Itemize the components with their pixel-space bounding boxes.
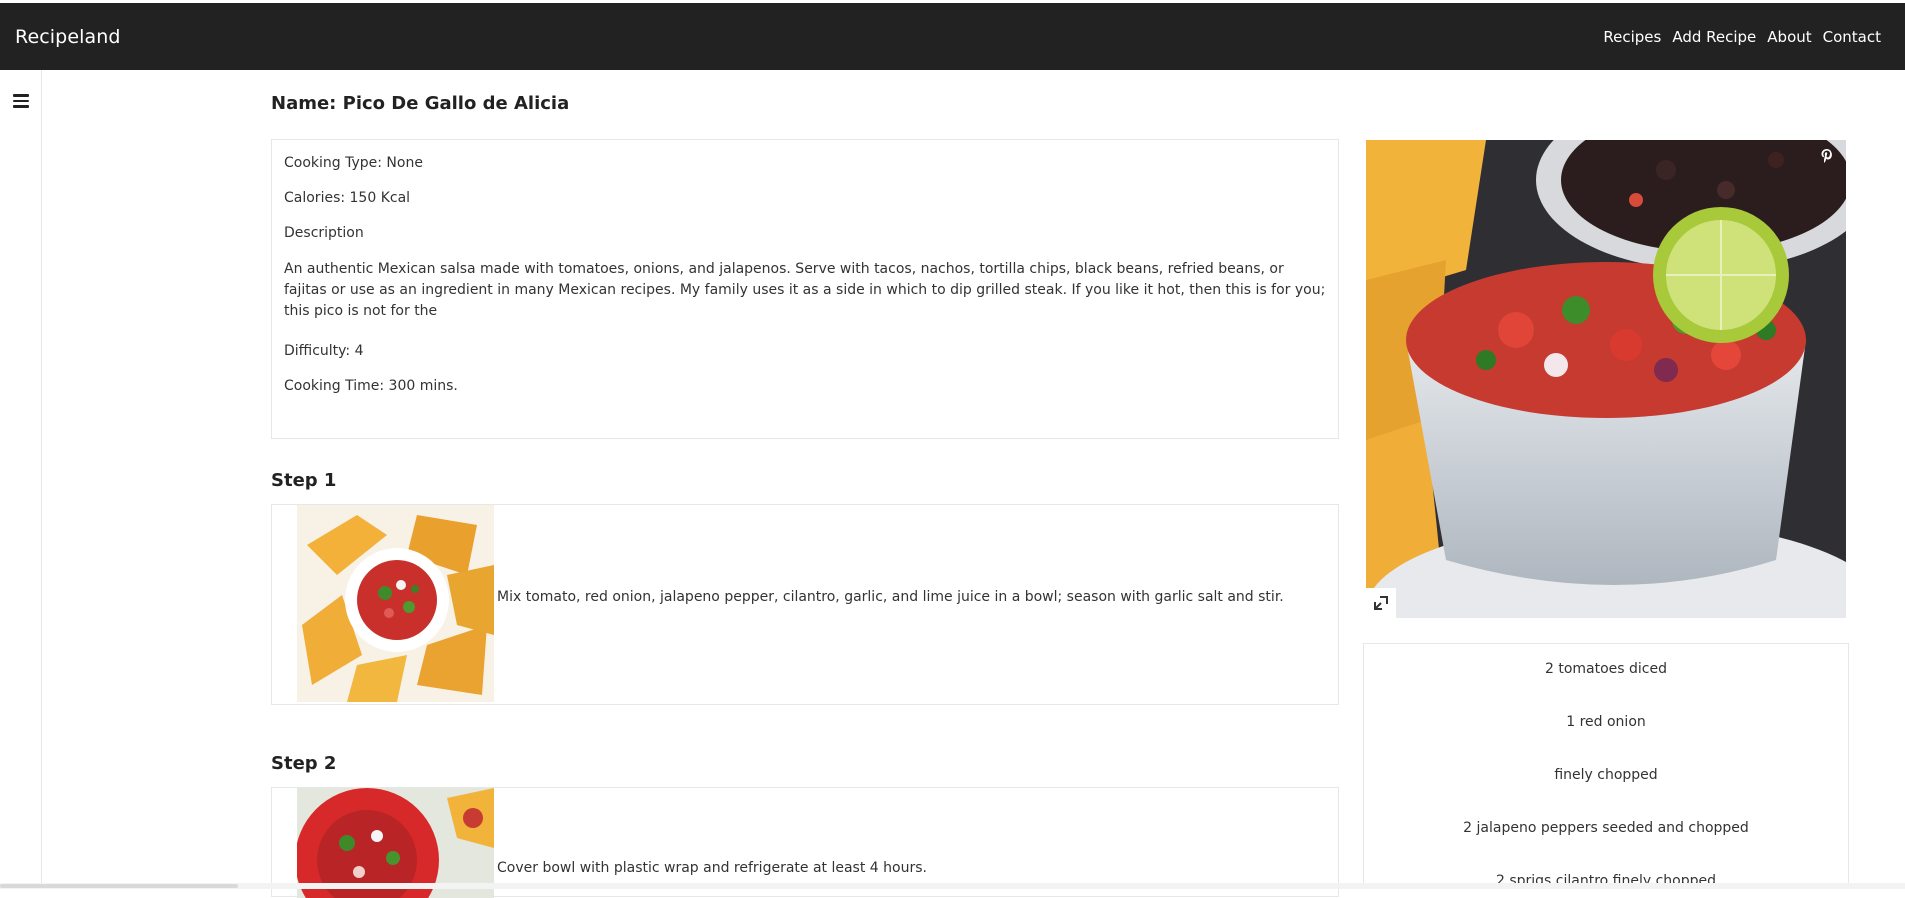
ingredient-item: 2 tomatoes diced — [1544, 661, 1667, 677]
nav-link-recipes[interactable]: Recipes — [1603, 28, 1661, 46]
navbar: Recipeland Recipes Add Recipe About Cont… — [0, 3, 1905, 70]
step-2-text: Cover bowl with plastic wrap and refrige… — [497, 860, 927, 876]
step-2-title: Step 2 — [271, 753, 337, 774]
brand-logo[interactable]: Recipeland — [15, 26, 121, 48]
scrollbar-thumb[interactable] — [0, 884, 238, 888]
hamburger-icon[interactable] — [13, 94, 29, 108]
calories: Calories: 150 Kcal — [284, 190, 411, 206]
nav-link-about[interactable]: About — [1767, 28, 1811, 46]
ingredient-item: 1 red onion — [1566, 714, 1646, 730]
step-2-card: Cover bowl with plastic wrap and refrige… — [271, 787, 1339, 898]
pinterest-icon[interactable] — [1816, 148, 1838, 170]
cooking-time: Cooking Time: 300 mins. — [284, 378, 458, 394]
nav-link-contact[interactable]: Contact — [1823, 28, 1881, 46]
recipe-info-card: Cooking Type: None Calories: 150 Kcal De… — [271, 139, 1339, 439]
ingredient-item: finely chopped — [1554, 767, 1658, 783]
step-2-image — [297, 788, 494, 898]
step-1-card: Mix tomato, red onion, jalapeno pepper, … — [271, 504, 1339, 705]
cooking-type: Cooking Type: None — [284, 155, 423, 171]
description-label: Description — [284, 225, 364, 241]
ingredient-item: 2 jalapeno peppers seeded and chopped — [1463, 820, 1749, 836]
recipe-hero-image — [1366, 140, 1846, 618]
recipe-name: Name: Pico De Gallo de Alicia — [271, 93, 570, 114]
nav-link-add-recipe[interactable]: Add Recipe — [1672, 28, 1756, 46]
nav-links: Recipes Add Recipe About Contact — [1592, 28, 1881, 46]
step-1-image — [297, 505, 494, 702]
horizontal-scrollbar[interactable] — [0, 883, 1905, 889]
step-1-text: Mix tomato, red onion, jalapeno pepper, … — [497, 589, 1284, 605]
difficulty: Difficulty: 4 — [284, 343, 364, 359]
description-text: An authentic Mexican salsa made with tom… — [284, 261, 1326, 319]
expand-icon[interactable] — [1366, 588, 1396, 618]
step-1-title: Step 1 — [271, 470, 337, 491]
ingredients-card: 2 tomatoes diced 1 red onion finely chop… — [1363, 643, 1849, 889]
sidebar — [0, 70, 42, 889]
